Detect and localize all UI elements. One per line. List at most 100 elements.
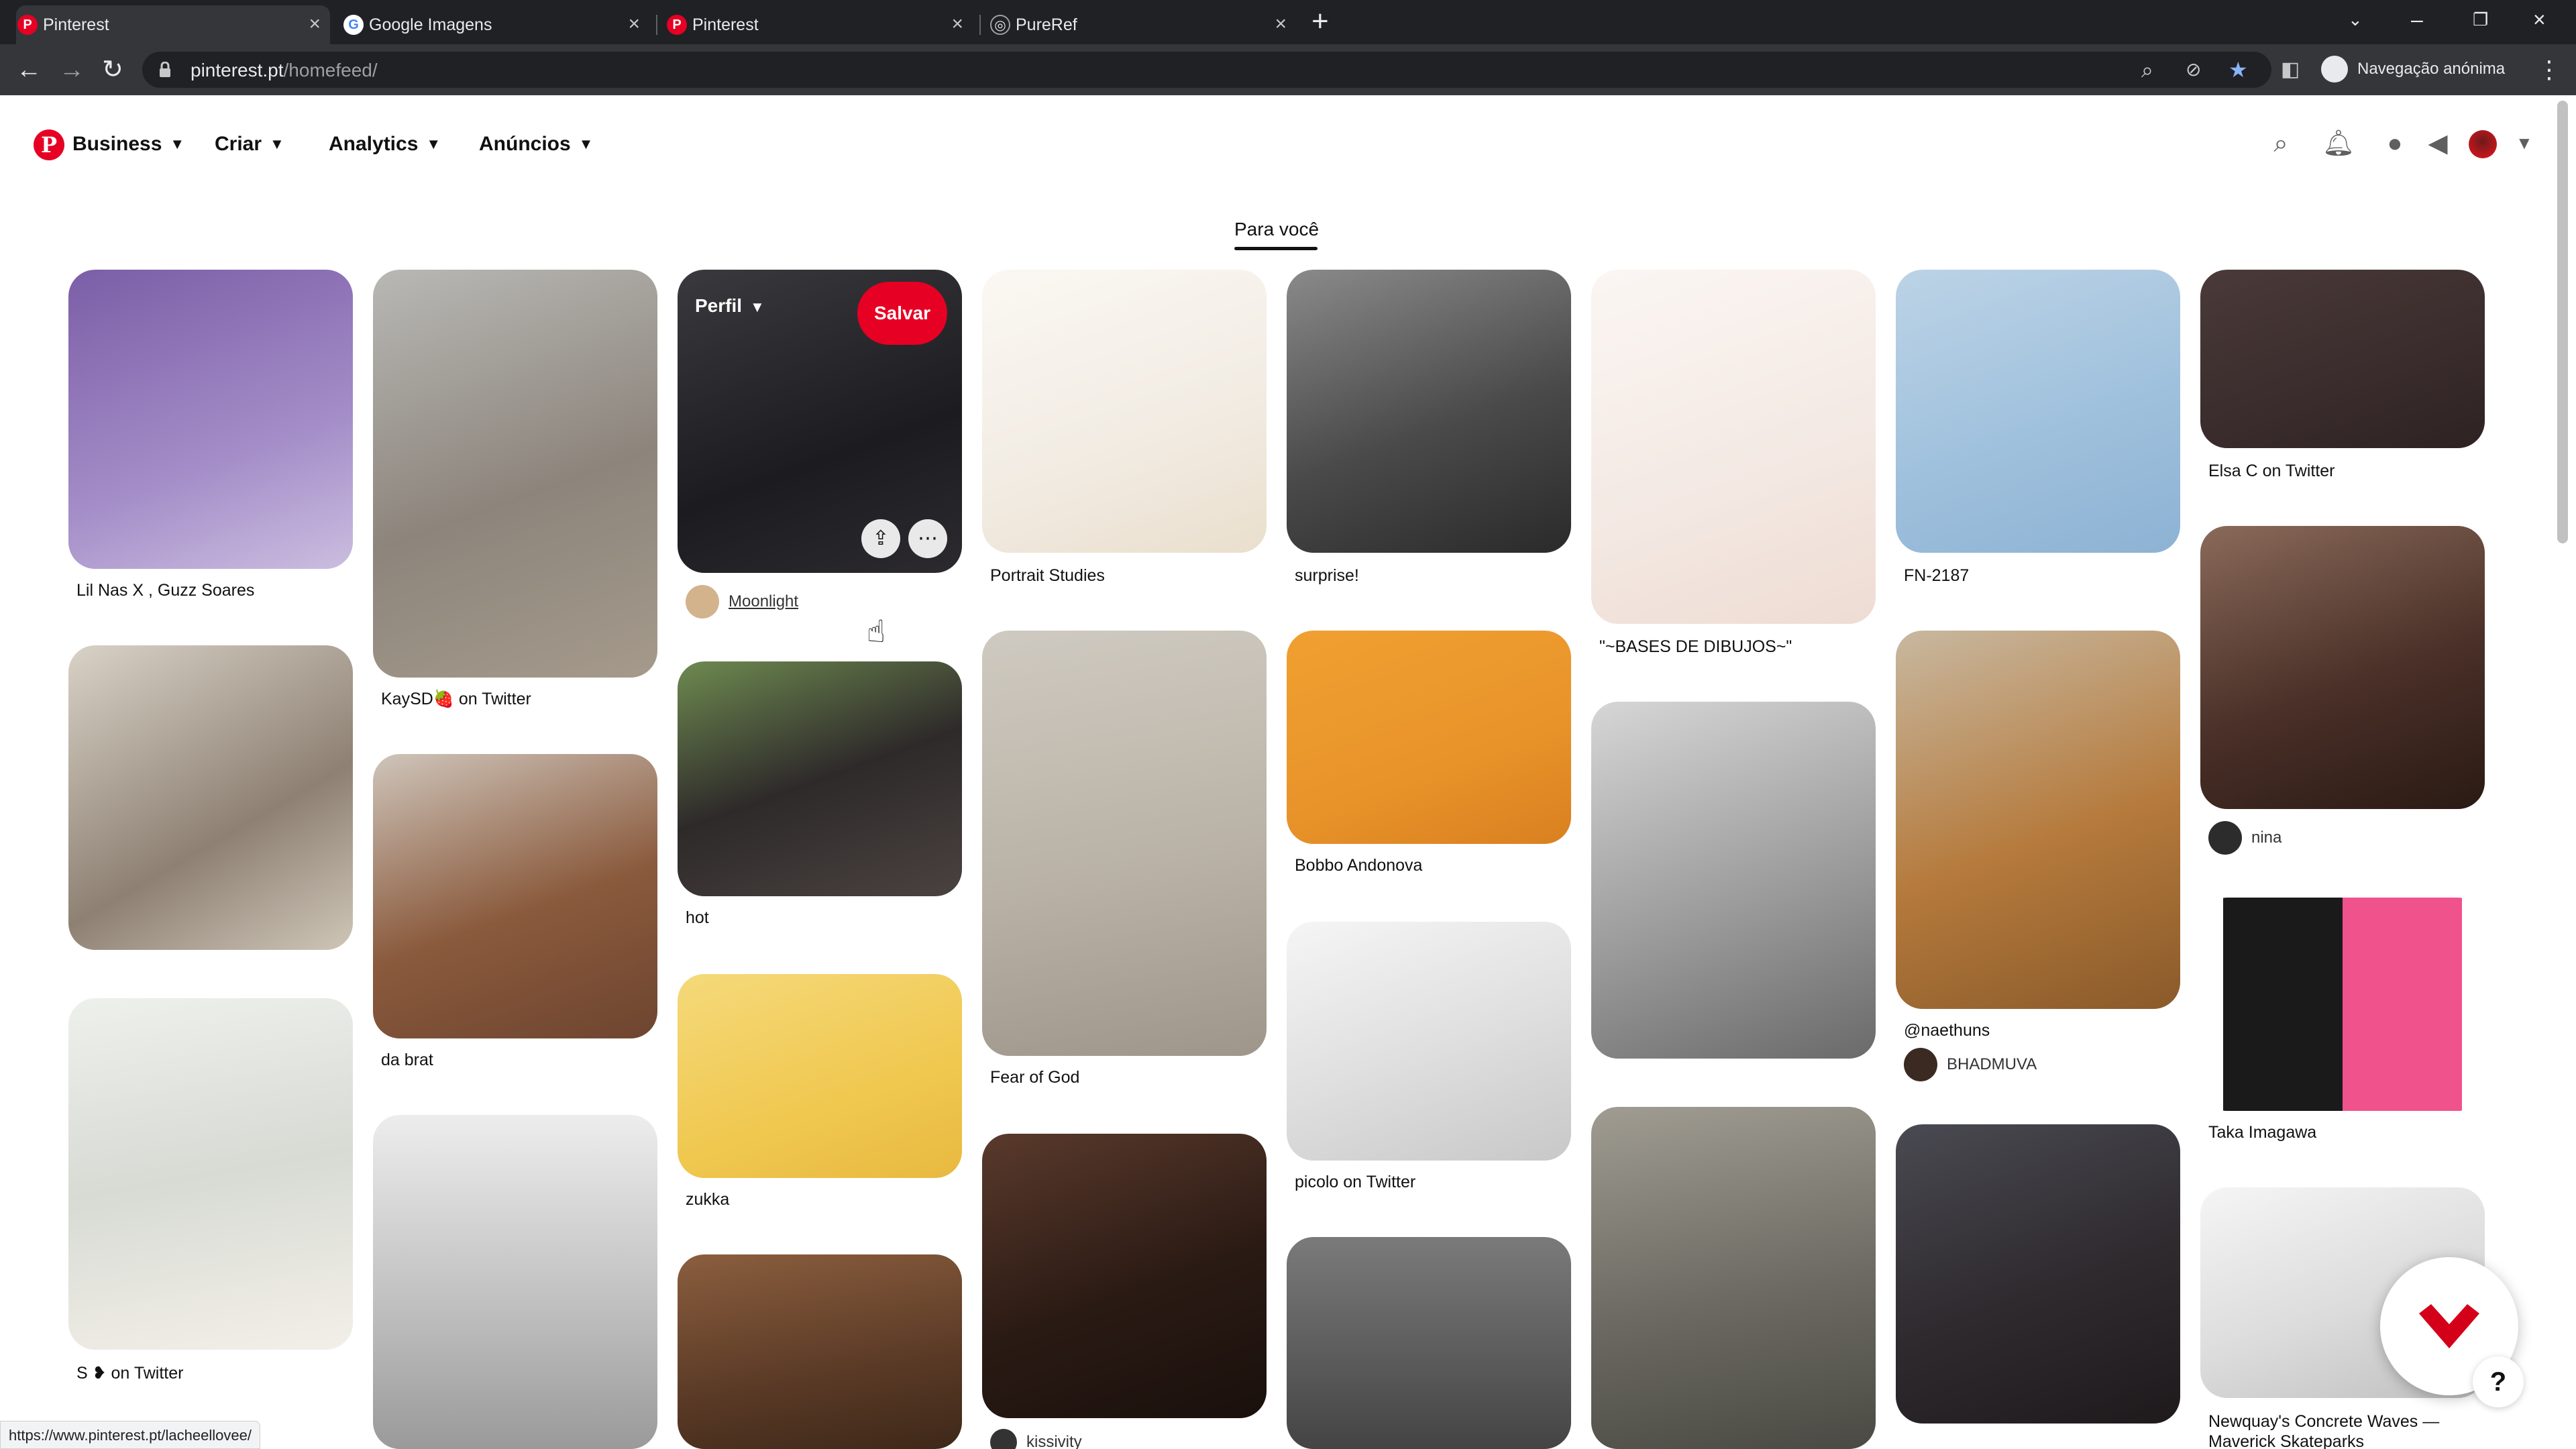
pin-image[interactable]: [678, 661, 962, 896]
address-bar[interactable]: [142, 52, 2271, 88]
pin-caption[interactable]: Lil Nas X , Guzz Soares: [76, 581, 254, 600]
scrollbar-thumb[interactable]: [2557, 101, 2568, 543]
pin-caption[interactable]: hot: [686, 908, 709, 928]
pin-caption[interactable]: "~BASES DE DIBUJOS~": [1599, 637, 1792, 657]
pin-caption[interactable]: FN-2187: [1904, 566, 1969, 586]
nav-business[interactable]: Business ▼: [72, 133, 184, 156]
nav-anuncios[interactable]: Anúncios ▼: [479, 133, 593, 156]
pin-caption[interactable]: Elsa C on Twitter: [2208, 462, 2335, 481]
avatar[interactable]: [2469, 130, 2497, 158]
browser-menu-icon[interactable]: ⋮: [2537, 58, 2561, 82]
pin-image[interactable]: [982, 1134, 1267, 1418]
pin-image[interactable]: [1591, 270, 1876, 624]
pin-caption[interactable]: picolo on Twitter: [1295, 1173, 1415, 1192]
close-tab-icon[interactable]: ×: [1275, 13, 1287, 35]
pin-creator[interactable]: nina: [2208, 821, 2282, 855]
pin-image[interactable]: [678, 1254, 962, 1449]
pin-image[interactable]: [1287, 631, 1571, 844]
creator-name[interactable]: kissivity: [1026, 1433, 1082, 1449]
incognito-indicator[interactable]: Navegação anónima: [2321, 54, 2505, 85]
tab-title: Google Imagens: [369, 15, 492, 34]
pin-image[interactable]: [373, 1115, 657, 1449]
forward-arrow-icon[interactable]: →: [59, 56, 85, 83]
pin-image[interactable]: [68, 270, 353, 569]
pin-image[interactable]: [2200, 270, 2485, 448]
bell-icon[interactable]: 🔔︎: [2322, 129, 2355, 158]
pin-image[interactable]: [982, 270, 1267, 553]
feed-tab-para-voce[interactable]: Para você: [1234, 219, 1319, 240]
messages-icon[interactable]: ●: [2380, 129, 2410, 158]
help-button[interactable]: ?: [2473, 1356, 2524, 1407]
pin-image[interactable]: [678, 974, 962, 1178]
pin-image[interactable]: [1287, 1237, 1571, 1449]
side-panel-icon[interactable]: ◧: [2281, 58, 2300, 82]
browser-tab-pinterest-1[interactable]: P Pinterest ×: [16, 5, 330, 44]
pinterest-logo-icon[interactable]: P: [34, 129, 64, 160]
pin-image[interactable]: [68, 998, 353, 1350]
close-tab-icon[interactable]: ×: [951, 13, 963, 35]
profile-dropdown[interactable]: Perfil ▼: [695, 295, 765, 317]
new-tab-button[interactable]: +: [1311, 7, 1329, 36]
pin-caption[interactable]: da brat: [381, 1051, 433, 1070]
pin-image[interactable]: [373, 754, 657, 1038]
pin-caption[interactable]: S ❥ on Twitter: [76, 1363, 183, 1383]
pin-caption[interactable]: Bobbo Andonova: [1295, 856, 1422, 875]
more-options-icon[interactable]: ⋯: [908, 519, 947, 558]
pin-image[interactable]: [1287, 922, 1571, 1161]
creator-name[interactable]: nina: [2251, 828, 2282, 847]
reload-icon[interactable]: ↻: [102, 56, 123, 83]
search-icon[interactable]: ⌕: [2266, 129, 2296, 158]
pin-caption[interactable]: KaySD🍓 on Twitter: [381, 690, 531, 709]
address-url[interactable]: pinterest.pt/homefeed/: [191, 60, 378, 81]
pin-image[interactable]: [2200, 898, 2485, 1111]
pin-image[interactable]: [1896, 1124, 2180, 1424]
creator-name[interactable]: Moonlight: [729, 592, 798, 611]
back-arrow-icon[interactable]: ←: [16, 56, 42, 83]
profile-label: Perfil: [695, 295, 743, 316]
pin-image[interactable]: [1591, 1107, 1876, 1449]
minimize-window-button[interactable]: –: [2411, 3, 2423, 36]
save-button[interactable]: Salvar: [857, 282, 947, 345]
browser-tab-pureref[interactable]: ◎ PureRef ×: [989, 5, 1296, 44]
pin-creator[interactable]: BHADMUVA: [1904, 1048, 2037, 1081]
pin-caption[interactable]: @naethuns: [1904, 1021, 1990, 1040]
pin-image[interactable]: [373, 270, 657, 678]
browser-tab-google-imagens[interactable]: G Google Imagens ×: [342, 5, 649, 44]
zoom-search-icon[interactable]: ⌕: [2141, 58, 2153, 82]
close-tab-icon[interactable]: ×: [628, 13, 640, 35]
page-scrollbar[interactable]: [2556, 101, 2569, 1449]
pin-image[interactable]: [1896, 270, 2180, 553]
pin-caption[interactable]: Fear of God: [990, 1068, 1079, 1087]
nav-criar[interactable]: Criar ▼: [215, 133, 284, 156]
tab-separator: [656, 15, 657, 35]
restore-window-button[interactable]: ❐: [2473, 3, 2488, 36]
nav-analytics[interactable]: Analytics ▼: [329, 133, 441, 156]
tab-search-chevron-icon[interactable]: ⌄: [2348, 3, 2363, 36]
pin-caption[interactable]: Portrait Studies: [990, 566, 1105, 586]
pin-caption[interactable]: Newquay's Concrete Waves — Maverick Skat…: [2208, 1411, 2477, 1449]
creator-name[interactable]: BHADMUVA: [1947, 1055, 2037, 1074]
pinterest-icon: P: [667, 15, 687, 35]
pin-image[interactable]: [982, 631, 1267, 1056]
pin-image[interactable]: [1287, 270, 1571, 553]
share-icon[interactable]: ⇪: [861, 519, 900, 558]
lock-icon[interactable]: [158, 62, 172, 78]
avatar: [2208, 821, 2242, 855]
pin-creator[interactable]: kissivity: [990, 1429, 1082, 1449]
megaphone-icon[interactable]: ◀: [2423, 129, 2453, 158]
eye-blocked-icon[interactable]: ⊘: [2186, 58, 2201, 82]
pin-creator[interactable]: Moonlight: [686, 585, 798, 619]
close-tab-icon[interactable]: ×: [309, 13, 321, 35]
bookmark-star-icon[interactable]: ★: [2229, 58, 2248, 82]
browser-tab-strip: P Pinterest × G Google Imagens × P Pinte…: [0, 0, 2576, 44]
pin-caption[interactable]: zukka: [686, 1190, 729, 1210]
pin-image[interactable]: [68, 645, 353, 950]
account-chevron-down-icon[interactable]: ▼: [2516, 133, 2533, 154]
pin-image[interactable]: [1896, 631, 2180, 1009]
browser-tab-pinterest-2[interactable]: P Pinterest ×: [665, 5, 973, 44]
pin-caption[interactable]: Taka Imagawa: [2208, 1123, 2316, 1142]
pin-image[interactable]: [2200, 526, 2485, 809]
pin-caption[interactable]: surprise!: [1295, 566, 1359, 586]
pin-image[interactable]: [1591, 702, 1876, 1059]
close-window-button[interactable]: ×: [2533, 3, 2546, 36]
